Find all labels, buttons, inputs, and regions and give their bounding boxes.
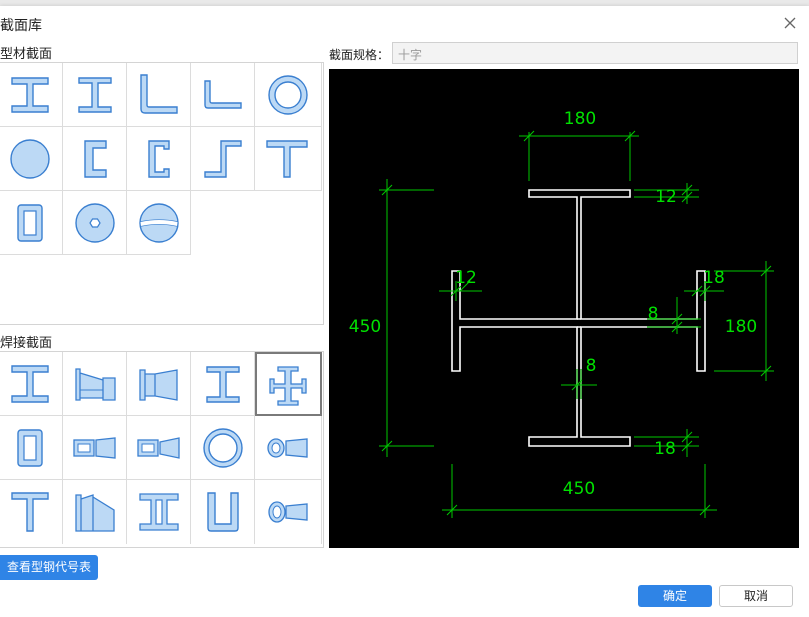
dim-vertical-web-thk: 8 <box>586 356 597 376</box>
section-outline <box>451 189 706 447</box>
spec-label: 截面规格： <box>329 48 390 62</box>
tapered-i-beam-icon <box>75 368 116 401</box>
profile-section-grid <box>0 62 324 325</box>
welded-section-grid <box>0 351 324 548</box>
channel-icon <box>84 140 107 178</box>
i-beam-icon <box>11 77 49 113</box>
solid-round-icon <box>10 139 50 179</box>
welded-item-tube-tapered-reverse[interactable] <box>255 480 322 544</box>
profile-item-grooved-round[interactable] <box>127 191 191 255</box>
equal-angle-icon <box>204 80 242 109</box>
cancel-button[interactable]: 取消 <box>719 585 793 607</box>
welded-item-u-section[interactable] <box>191 480 255 544</box>
section-preview-canvas: 180 12 450 12 18 180 8 8 18 450 <box>329 69 799 548</box>
lipped-channel-icon <box>148 140 170 178</box>
profile-item-i-beam[interactable] <box>0 63 63 127</box>
t-section-icon <box>266 140 308 178</box>
rectangular-tube-icon <box>17 204 43 242</box>
dim-left-flange-thk: 12 <box>455 268 477 288</box>
dim-right-flange-thk: 18 <box>703 268 725 288</box>
cross-section-drawing: 180 12 450 12 18 180 8 8 18 450 <box>349 109 774 518</box>
u-section-icon <box>207 492 239 532</box>
tube-tapered-reverse-icon <box>268 501 308 523</box>
welded-item-double-channel[interactable] <box>127 480 191 544</box>
cross-section-icon <box>269 366 307 406</box>
dim-top-width: 180 <box>564 109 596 129</box>
profile-item-channel[interactable] <box>63 127 127 191</box>
section-library-dialog: 截面库 型材截面 焊接截面 截面规格： 十字 180 12 450 12 18 … <box>0 6 809 617</box>
welded-item-i-beam[interactable] <box>0 352 63 416</box>
profile-item-circular-tube[interactable] <box>255 63 322 127</box>
dim-bottom-flange-thk: 18 <box>654 439 676 459</box>
h-beam-icon <box>78 77 112 113</box>
profile-item-solid-round[interactable] <box>0 127 63 191</box>
profile-item-hexagon-hole-round[interactable] <box>63 191 127 255</box>
welded-section-label: 焊接截面 <box>0 336 53 351</box>
welded-item-box-tapered[interactable] <box>63 416 127 480</box>
welded-item-box[interactable] <box>0 416 63 480</box>
z-section-icon <box>204 140 242 178</box>
welded-item-tapered-i-beam-reverse[interactable] <box>127 352 191 416</box>
welded-item-tube-tapered[interactable] <box>255 416 322 480</box>
profile-item-unequal-angle[interactable] <box>127 63 191 127</box>
welded-item-box-tapered-reverse[interactable] <box>127 416 191 480</box>
profile-item-rectangular-tube[interactable] <box>0 191 63 255</box>
dim-horizontal-web-thk: 8 <box>648 304 659 324</box>
welded-item-h-beam[interactable] <box>191 352 255 416</box>
box-tapered-icon <box>73 437 116 459</box>
box-tapered-reverse-icon <box>137 437 180 459</box>
welded-h-beam-icon <box>206 366 240 403</box>
hexagon-hole-round-icon <box>75 203 115 243</box>
profile-item-lipped-channel[interactable] <box>127 127 191 191</box>
welded-item-tapered-i-beam[interactable] <box>63 352 127 416</box>
welded-i-beam-icon <box>11 365 49 403</box>
dimension-lines <box>379 130 774 518</box>
ok-button[interactable]: 确定 <box>638 585 712 607</box>
profile-item-equal-angle[interactable] <box>191 63 255 127</box>
view-code-table-button[interactable]: 查看型钢代号表 <box>0 555 98 580</box>
unequal-angle-icon <box>140 74 178 114</box>
tube-tapered-icon <box>267 438 308 458</box>
double-channel-icon <box>139 493 179 531</box>
profile-section-label: 型材截面 <box>0 47 53 62</box>
dim-top-flange-thk: 12 <box>655 187 677 207</box>
profile-item-z-section[interactable] <box>191 127 255 191</box>
tapered-t-icon <box>75 494 115 532</box>
welded-box-icon <box>17 429 43 467</box>
dim-height: 450 <box>349 317 381 337</box>
grooved-round-icon <box>139 203 179 243</box>
dim-bottom-width: 450 <box>563 479 595 499</box>
welded-item-cross-section[interactable] <box>255 352 322 416</box>
welded-t-icon <box>11 492 49 532</box>
dialog-title: 截面库 <box>0 18 42 34</box>
spec-input[interactable]: 十字 <box>392 42 798 64</box>
welded-tube-icon <box>203 428 243 468</box>
welded-item-tapered-t[interactable] <box>63 480 127 544</box>
profile-item-t-section[interactable] <box>255 127 322 191</box>
close-icon[interactable] <box>781 14 799 32</box>
dim-right-height: 180 <box>725 317 757 337</box>
welded-item-tube[interactable] <box>191 416 255 480</box>
tapered-i-beam-reverse-icon <box>139 369 178 401</box>
circular-tube-icon <box>268 75 308 115</box>
profile-item-h-beam[interactable] <box>63 63 127 127</box>
welded-item-t[interactable] <box>0 480 63 544</box>
